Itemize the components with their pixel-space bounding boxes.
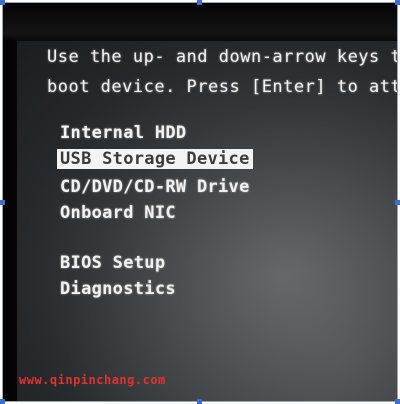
monitor-bezel-left [3,3,17,401]
site-watermark: www.qinpinchang.com [19,373,166,387]
instruction-line-1: Use the up- and down-arrow keys to mov [47,47,397,67]
selection-handle-top-right [395,0,400,5]
menu-option-bios-setup[interactable]: BIOS Setup [57,253,168,273]
selection-handle-top-center [197,0,202,5]
monitor-bezel-top [3,3,397,41]
boot-option-internal-hdd[interactable]: Internal HDD [57,123,189,143]
selection-handle-middle-right [395,200,400,205]
bios-boot-screen: Use the up- and down-arrow keys to mov b… [17,41,397,401]
selection-handle-top-left [0,0,5,5]
selection-handle-bottom-left [0,399,5,404]
selection-handle-bottom-center [197,399,202,404]
instruction-line-2: boot device. Press [Enter] to attempt [47,77,397,97]
selection-handle-middle-left [0,200,5,205]
boot-option-usb-storage-device[interactable]: USB Storage Device [57,149,253,169]
boot-option-cd-dvd-drive[interactable]: CD/DVD/CD-RW Drive [57,177,253,197]
photo-frame: Use the up- and down-arrow keys to mov b… [2,2,398,402]
boot-option-onboard-nic[interactable]: Onboard NIC [57,203,179,223]
selection-handle-bottom-right [395,399,400,404]
menu-option-diagnostics[interactable]: Diagnostics [57,279,179,299]
